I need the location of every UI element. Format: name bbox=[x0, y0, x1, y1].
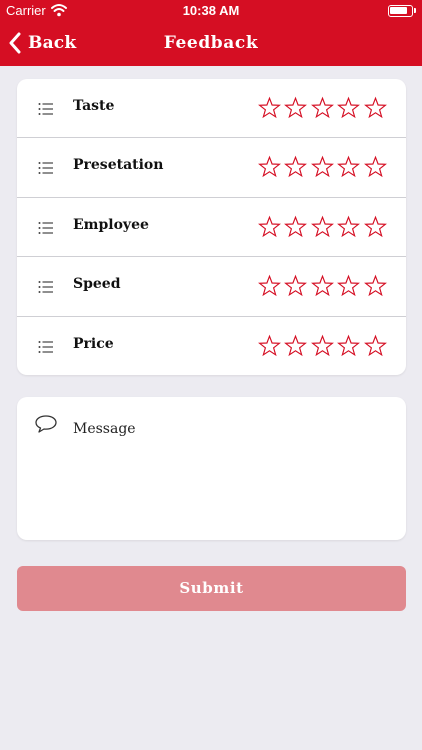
star-rating bbox=[258, 274, 390, 298]
page-title: Feedback bbox=[163, 33, 259, 53]
list-icon bbox=[38, 339, 54, 353]
star-rating bbox=[258, 155, 390, 179]
star-rating bbox=[258, 334, 390, 358]
star-icon[interactable] bbox=[284, 155, 310, 179]
star-icon[interactable] bbox=[258, 215, 284, 239]
star-icon[interactable] bbox=[258, 96, 284, 120]
star-icon[interactable] bbox=[337, 274, 363, 298]
star-icon[interactable] bbox=[284, 215, 310, 239]
list-icon bbox=[38, 101, 54, 115]
battery-icon bbox=[388, 5, 413, 17]
star-icon[interactable] bbox=[363, 334, 390, 358]
battery-level bbox=[390, 7, 407, 14]
star-icon[interactable] bbox=[310, 334, 337, 358]
rating-label: Taste bbox=[73, 98, 115, 114]
star-icon[interactable] bbox=[258, 155, 284, 179]
list-icon bbox=[38, 160, 54, 175]
star-icon[interactable] bbox=[284, 274, 310, 298]
star-icon[interactable] bbox=[310, 274, 337, 298]
star-icon[interactable] bbox=[363, 274, 390, 298]
status-bar: Carrier 10:38 AM bbox=[0, 0, 422, 22]
clock: 10:38 AM bbox=[182, 3, 240, 18]
star-icon[interactable] bbox=[363, 96, 390, 120]
star-icon[interactable] bbox=[337, 96, 363, 120]
message-card bbox=[17, 397, 406, 540]
star-rating bbox=[258, 96, 390, 120]
rating-label: Price bbox=[73, 335, 114, 352]
star-icon[interactable] bbox=[310, 215, 337, 239]
rating-label: Employee bbox=[73, 216, 149, 233]
star-icon[interactable] bbox=[310, 96, 337, 120]
chat-bubble-icon bbox=[35, 415, 57, 433]
star-icon[interactable] bbox=[258, 274, 284, 298]
nav-bar: Carrier 10:38 AM Back Feedback bbox=[0, 0, 422, 66]
list-icon bbox=[38, 220, 54, 234]
star-rating bbox=[258, 215, 390, 239]
star-icon[interactable] bbox=[363, 155, 390, 179]
rating-row-price: Price bbox=[17, 317, 406, 376]
star-icon[interactable] bbox=[337, 334, 363, 358]
rating-label: Presetation bbox=[73, 157, 164, 174]
battery-nub bbox=[414, 8, 416, 13]
star-icon[interactable] bbox=[258, 334, 284, 358]
submit-button[interactable]: Submit bbox=[17, 566, 406, 611]
star-icon[interactable] bbox=[310, 155, 337, 179]
rating-row-speed: Speed bbox=[17, 257, 406, 317]
star-icon[interactable] bbox=[284, 96, 310, 120]
ratings-card: Taste Presetation Employee Speed Price bbox=[17, 79, 406, 375]
rating-row-taste: Taste bbox=[17, 79, 406, 139]
star-icon[interactable] bbox=[337, 215, 363, 239]
star-icon[interactable] bbox=[363, 215, 390, 239]
message-input[interactable] bbox=[73, 421, 383, 437]
rating-row-presetation: Presetation bbox=[17, 138, 406, 198]
star-icon[interactable] bbox=[337, 155, 363, 179]
rating-row-employee: Employee bbox=[17, 198, 406, 258]
list-icon bbox=[38, 279, 54, 294]
rating-label: Speed bbox=[73, 276, 121, 293]
star-icon[interactable] bbox=[284, 334, 310, 358]
